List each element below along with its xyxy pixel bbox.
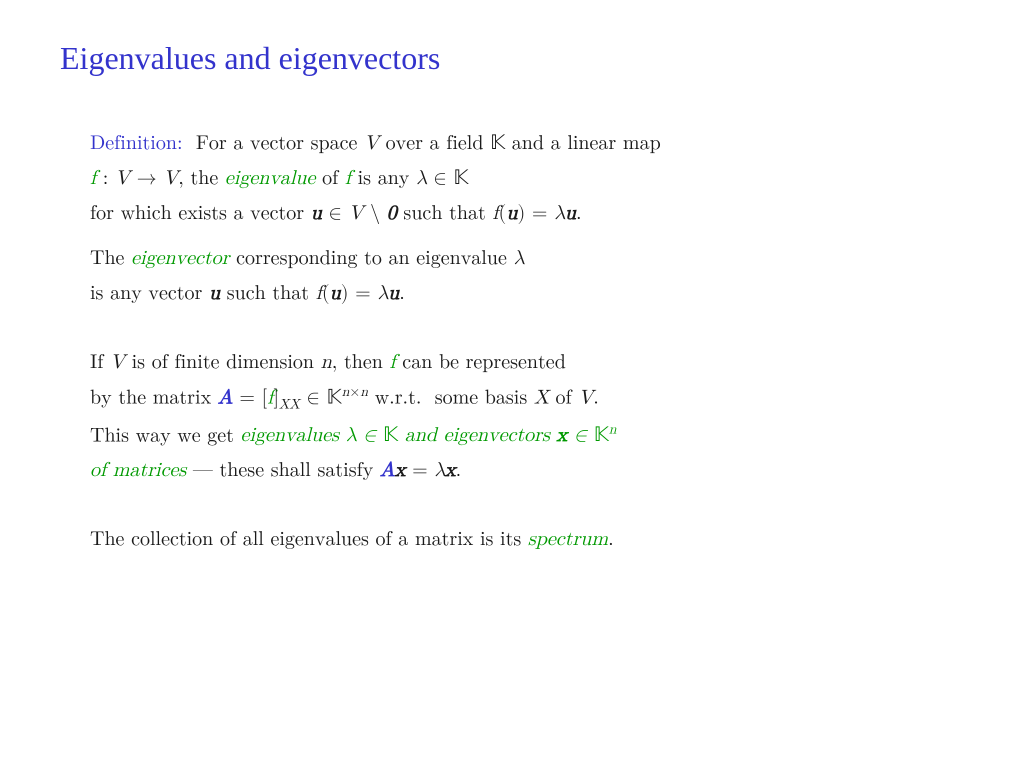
finite-line-2: by the matrix A = [f]XX ∈ 𝕂n×n w.r.t. so… (90, 381, 960, 417)
definition-label: Definition: (90, 133, 183, 153)
definition-line-5: is any vector u such that f(u) = λu. (90, 277, 960, 310)
definition-line-3: for which exists a vector u ∈ V \ 0 such… (90, 197, 960, 230)
definition-line-2: f : V → V, the eigenvalue of f is any λ … (90, 162, 960, 195)
page-title: Eigenvalues and eigenvectors (60, 40, 960, 77)
finite-line-1: If V is of finite dimension n, then f ca… (90, 346, 960, 379)
finite-line-3: This way we get eigenvalues λ ∈ 𝕂 and ei… (90, 419, 960, 453)
definition-line-1: Definition: For a vector space V over a … (90, 127, 960, 160)
finite-line-4: of matrices — these shall satisfy Ax = λ… (90, 454, 960, 487)
definition-line-4: The eigenvector corresponding to an eige… (90, 242, 960, 275)
main-content: Definition: For a vector space V over a … (60, 127, 960, 556)
definition-block: Definition: For a vector space V over a … (90, 127, 960, 310)
spectrum-text: The collection of all eigenvalues of a m… (90, 529, 614, 549)
spectrum-block: The collection of all eigenvalues of a m… (90, 523, 960, 556)
finite-dim-block: If V is of finite dimension n, then f ca… (90, 346, 960, 487)
